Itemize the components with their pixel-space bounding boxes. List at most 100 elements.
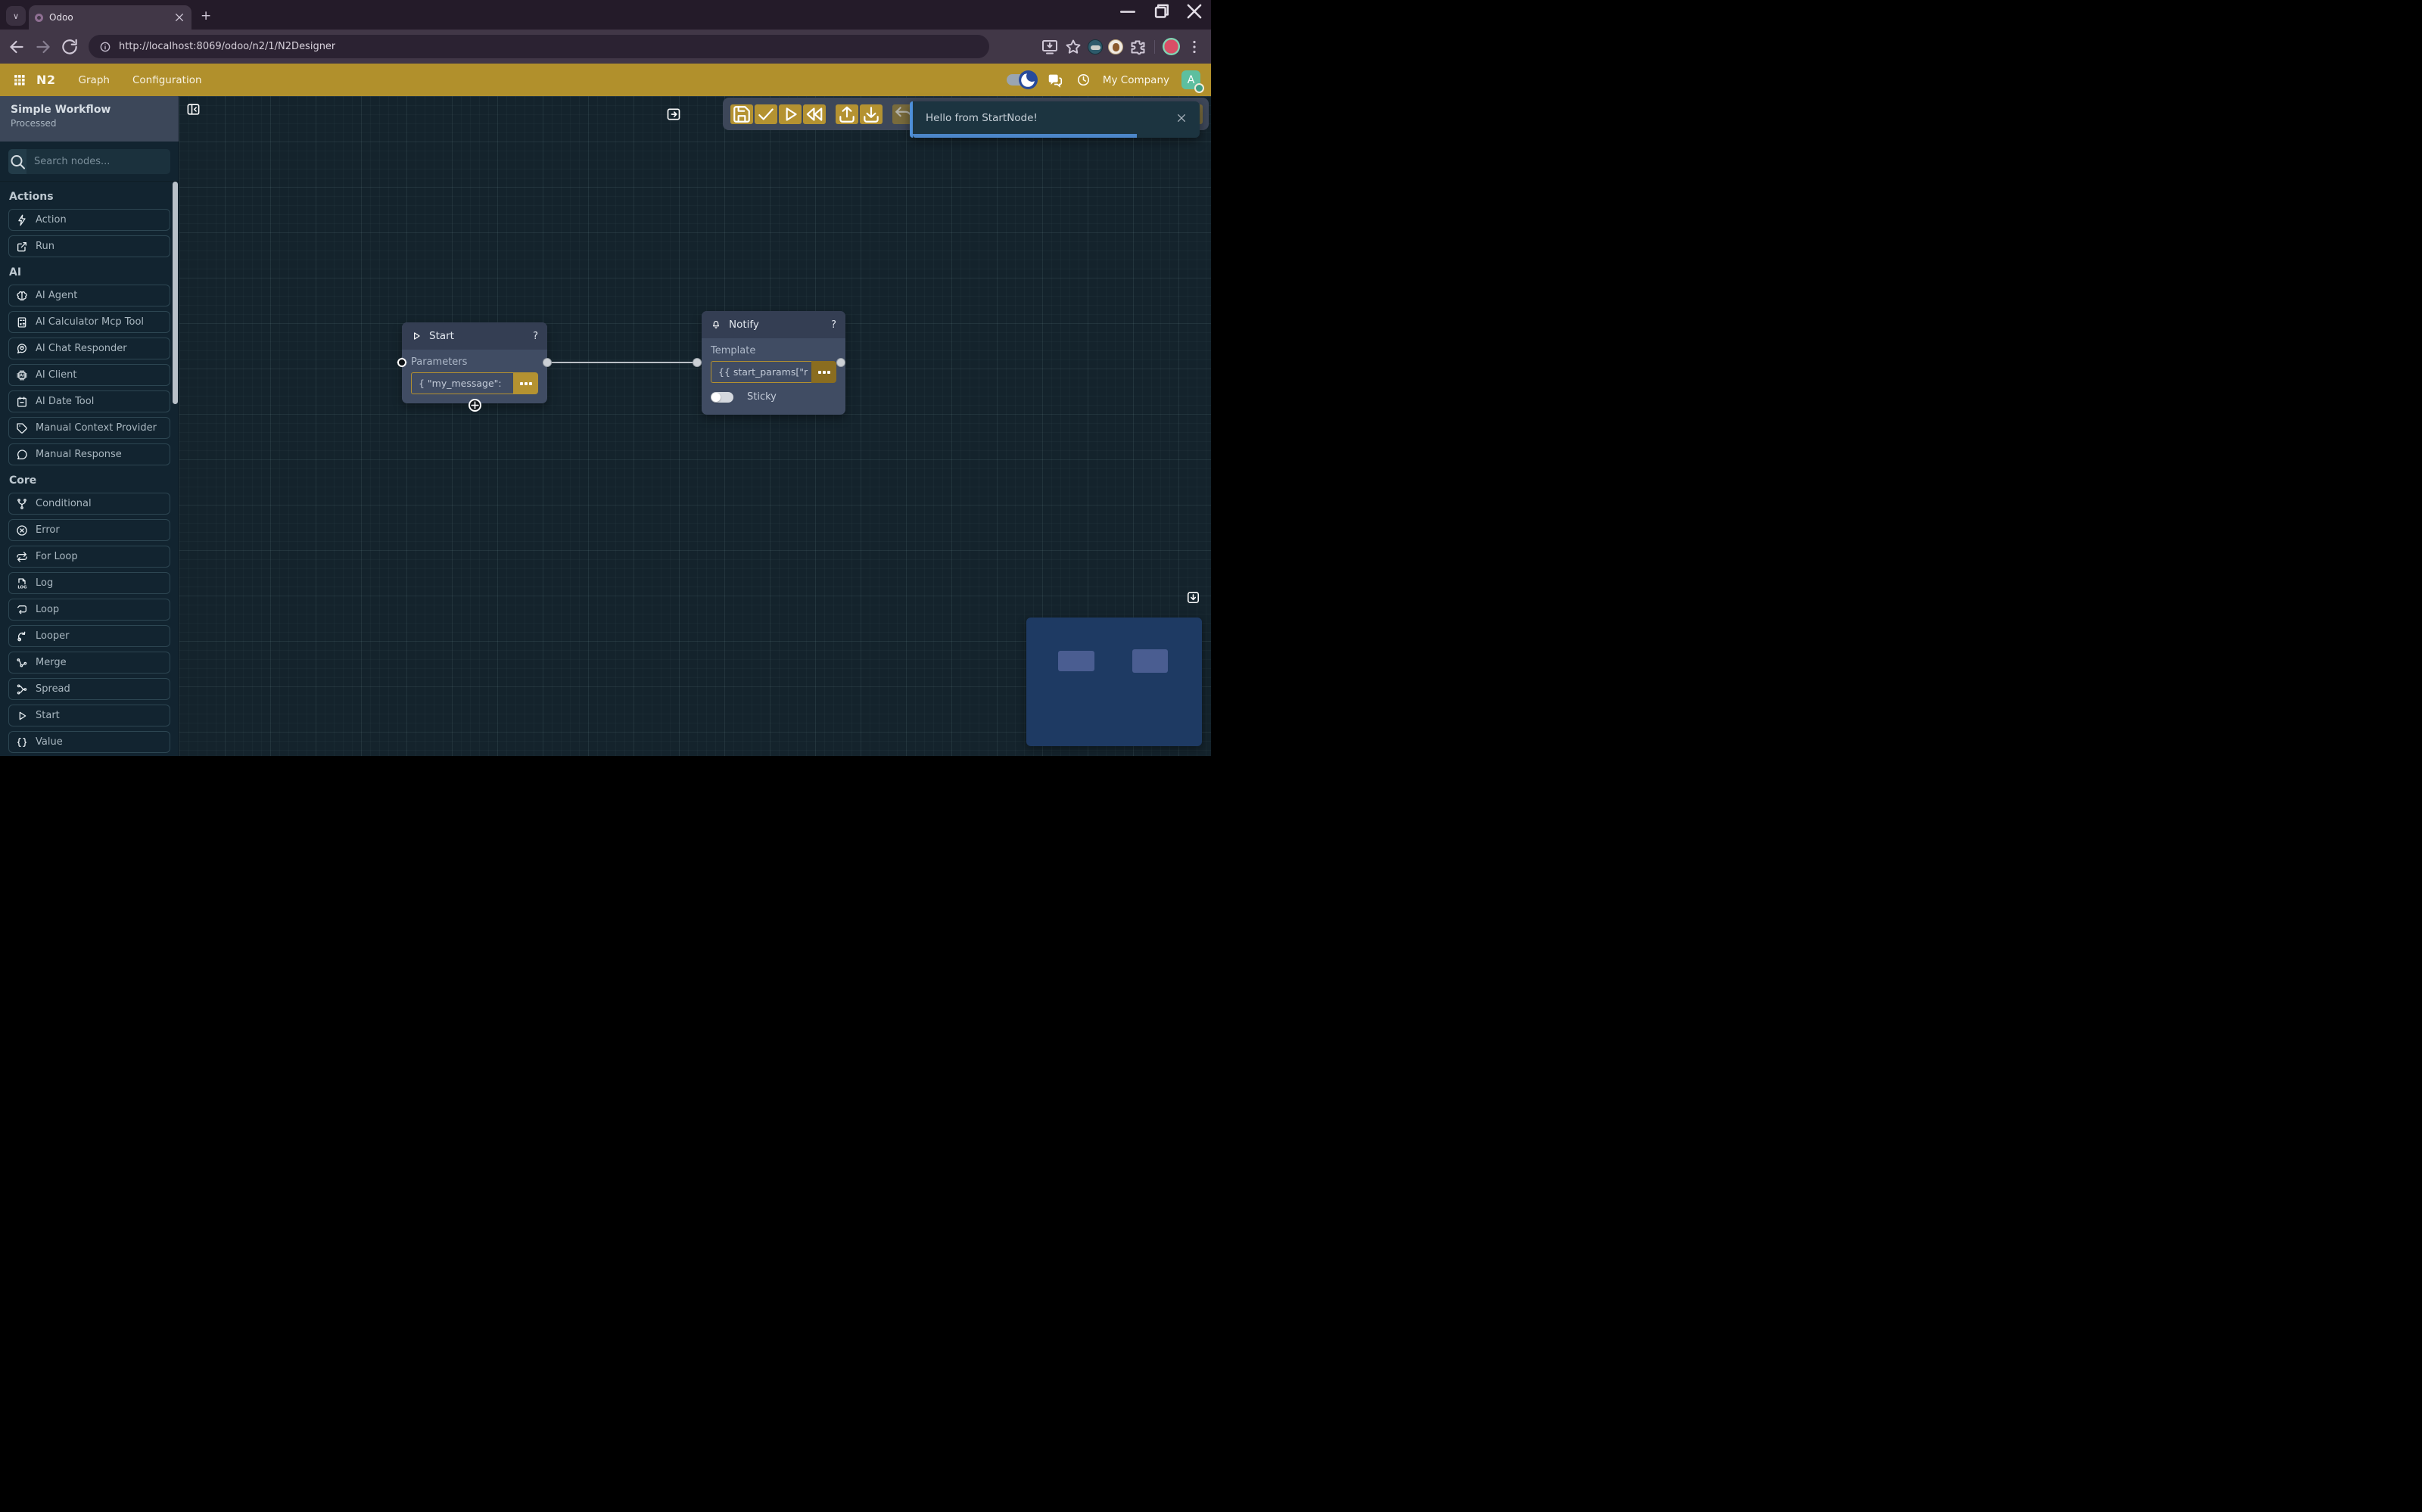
tab-search-icon[interactable]: ∨ (6, 6, 26, 26)
node-start[interactable]: Start ? Parameters { "my_message": (402, 322, 547, 403)
workflow-header: Simple Workflow Processed (0, 96, 179, 142)
back-icon[interactable] (7, 37, 26, 57)
app-brand[interactable]: N2 (36, 73, 56, 87)
close-icon[interactable] (1178, 0, 1211, 23)
address-bar[interactable]: http://localhost:8069/odoo/n2/1/N2Design… (89, 35, 989, 58)
palette-item-log[interactable]: LOGLog (8, 572, 170, 594)
start-output-port[interactable] (543, 358, 552, 367)
palette-item-error[interactable]: Error (8, 519, 170, 541)
url-text[interactable]: http://localhost:8069/odoo/n2/1/N2Design… (119, 41, 335, 52)
extension-robot-icon[interactable] (1088, 39, 1103, 54)
palette-item-label: Start (36, 710, 60, 721)
node-palette-list: ActionsActionRunAIAI AgentAI Calculator … (0, 181, 179, 756)
connection-edge[interactable] (549, 362, 699, 363)
circlex-icon (16, 524, 28, 537)
node-notify[interactable]: Notify ? Template {{ start_params["r Sti… (702, 311, 845, 415)
dark-mode-toggle[interactable] (1007, 74, 1034, 86)
node-start-help[interactable]: ? (533, 331, 538, 342)
export-button[interactable] (836, 104, 858, 124)
parameters-more-button[interactable] (513, 372, 538, 394)
reload-icon[interactable] (60, 37, 79, 57)
palette-item-run[interactable]: Run (8, 235, 170, 257)
palette-item-ai-chat-responder[interactable]: AI Chat Responder (8, 338, 170, 359)
tab-title: Odoo (49, 12, 167, 23)
calculator-icon (16, 316, 28, 328)
template-input[interactable]: {{ start_params["r (711, 361, 811, 383)
spread-icon (16, 683, 28, 695)
cycle-icon (16, 551, 28, 563)
forward-icon[interactable] (33, 37, 53, 57)
palette-item-loop[interactable]: Loop (8, 599, 170, 621)
start-input-port[interactable]: ✦ (394, 355, 409, 370)
bookmark-star-icon[interactable] (1064, 38, 1082, 56)
palette-item-label: AI Date Tool (36, 396, 94, 407)
palette-item-ai-calculator-mcp-tool[interactable]: AI Calculator Mcp Tool (8, 311, 170, 333)
save-button[interactable] (730, 104, 753, 124)
extensions-puzzle-icon[interactable] (1129, 38, 1147, 56)
palette-item-for-loop[interactable]: For Loop (8, 546, 170, 568)
moon-icon (1019, 70, 1038, 89)
notification-toast: Hello from StartNode! (910, 101, 1200, 138)
restore-icon[interactable] (1144, 0, 1178, 23)
node-start-header[interactable]: Start ? (402, 322, 547, 350)
notify-input-port[interactable] (693, 358, 702, 367)
validate-button[interactable] (755, 104, 777, 124)
minimap[interactable] (1026, 618, 1202, 746)
minimize-icon[interactable] (1111, 0, 1144, 23)
profile-avatar[interactable] (1163, 38, 1180, 55)
install-icon[interactable] (1041, 38, 1059, 56)
toast-close-icon[interactable] (1175, 112, 1188, 124)
apps-grid-icon[interactable] (13, 73, 26, 86)
palette-item-action[interactable]: Action (8, 209, 170, 231)
template-more-button[interactable] (811, 361, 836, 383)
palette-item-ai-agent[interactable]: AI Agent (8, 285, 170, 306)
node-notify-header[interactable]: Notify ? (702, 311, 845, 338)
company-name[interactable]: My Company (1103, 74, 1169, 86)
import-button[interactable] (860, 104, 883, 124)
palette-item-label: Error (36, 524, 60, 536)
menu-graph[interactable]: Graph (79, 74, 110, 86)
notify-output-port[interactable] (836, 358, 845, 367)
open-panel-icon[interactable] (666, 107, 681, 122)
run-button[interactable] (779, 104, 802, 124)
palette-item-ai-client[interactable]: AI AI Client (8, 364, 170, 386)
new-tab-icon[interactable]: + (201, 8, 211, 23)
user-avatar[interactable]: A (1181, 70, 1200, 89)
minimap-download-icon[interactable] (1186, 590, 1200, 605)
add-node-plus-icon[interactable] (469, 399, 481, 412)
palette-item-merge[interactable]: Merge (8, 652, 170, 674)
palette-item-label: AI Client (36, 369, 77, 381)
collapse-sidebar-icon[interactable] (186, 102, 201, 117)
rewind-button[interactable] (803, 104, 826, 124)
chip-icon: AI (16, 369, 28, 381)
search-input[interactable] (26, 149, 170, 174)
site-info-icon[interactable] (99, 41, 111, 53)
tab-close-icon[interactable] (173, 11, 185, 23)
workflow-canvas[interactable]: Hello from StartNode! Start ? Parameters… (179, 96, 1211, 756)
palette-item-start[interactable]: Start (8, 705, 170, 726)
parameters-input[interactable]: { "my_message": (411, 372, 513, 394)
merge-icon (16, 657, 28, 669)
menu-configuration[interactable]: Configuration (132, 74, 202, 86)
extension-owl-icon[interactable] (1108, 39, 1123, 54)
node-notify-title: Notify (729, 319, 823, 331)
divider (1154, 40, 1155, 54)
play-icon (16, 710, 28, 722)
palette-item-looper[interactable]: Looper (8, 625, 170, 647)
palette-item-value[interactable]: Value (8, 731, 170, 753)
palette-item-conditional[interactable]: Conditional (8, 493, 170, 515)
scrollbar-thumb[interactable] (173, 182, 178, 404)
looper-icon (16, 630, 28, 642)
palette-item-ai-date-tool[interactable]: AI Date Tool (8, 390, 170, 412)
palette-item-spread[interactable]: Spread (8, 678, 170, 700)
palette-item-manual-context-provider[interactable]: Manual Context Provider (8, 417, 170, 439)
activity-clock-icon[interactable] (1076, 73, 1091, 87)
node-notify-help[interactable]: ? (831, 319, 836, 331)
palette-item-manual-response[interactable]: Manual Response (8, 443, 170, 465)
browser-tab[interactable]: Odoo (29, 5, 191, 30)
search-box[interactable] (8, 149, 170, 174)
filelog-icon: LOG (16, 577, 28, 590)
kebab-menu-icon[interactable] (1185, 38, 1203, 56)
messages-icon[interactable] (1046, 72, 1064, 89)
sticky-toggle[interactable] (711, 392, 733, 403)
